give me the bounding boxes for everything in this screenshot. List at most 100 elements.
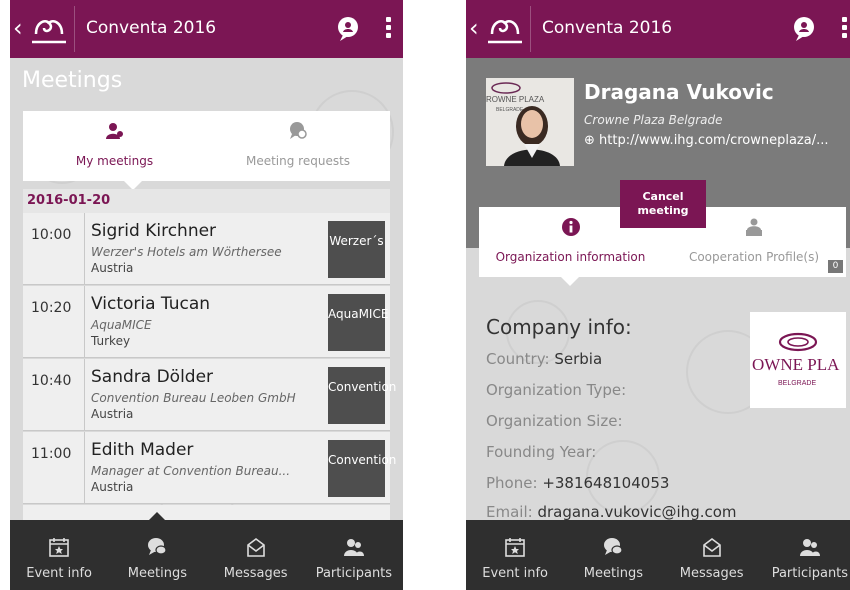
meeting-row[interactable]: 10:40 Sandra Dölder Convention Bureau Le… xyxy=(23,359,396,431)
phone-row[interactable]: Phone: +381648104053 xyxy=(486,474,669,492)
participant-name: Edith Mader xyxy=(91,440,194,460)
company-logo: OWNE PLA BELGRADE xyxy=(750,312,846,408)
nav-label: Event info xyxy=(482,566,548,581)
info-icon xyxy=(561,218,580,236)
country-value: Serbia xyxy=(554,350,603,368)
conventa-logo-icon xyxy=(488,20,522,44)
participant-organization: Werzer's Hotels am Wörthersee xyxy=(91,245,282,259)
profile-website[interactable]: ⊕ http://www.ihg.com/crowneplaza/... xyxy=(584,133,829,148)
app-title: Conventa 2016 xyxy=(86,18,217,38)
phone-value: +381648104053 xyxy=(542,474,670,492)
handshake-icon xyxy=(746,218,762,236)
nav-participants[interactable]: Participants xyxy=(305,520,403,590)
bottom-navigation: Event info Meetings Messages Participant… xyxy=(10,512,403,590)
row-divider xyxy=(84,286,85,357)
envelope-icon xyxy=(702,538,721,557)
organization-size-label: Organization Size: xyxy=(486,412,623,430)
nav-messages[interactable]: Messages xyxy=(663,520,761,590)
email-row[interactable]: Email: dragana.vukovic@ihg.com xyxy=(486,503,737,521)
meetings-screen: ‹ Conventa 2016 Meetings My meetings Mee… xyxy=(10,0,403,590)
nav-messages[interactable]: Messages xyxy=(207,520,305,590)
company-info-title: Company info: xyxy=(486,315,632,339)
country-row: Country: Serbia xyxy=(486,350,602,368)
organization-logo-badge: Werzer´s xyxy=(328,221,385,278)
website-url: http://www.ihg.com/crowneplaza/... xyxy=(599,133,829,148)
meeting-time: 11:00 xyxy=(31,446,72,462)
participant-country: Austria xyxy=(91,407,134,421)
participant-name: Sigrid Kirchner xyxy=(91,221,217,241)
participant-country: Austria xyxy=(91,480,134,494)
chat-help-icon[interactable] xyxy=(335,15,363,43)
active-nav-indicator xyxy=(149,512,165,520)
people-icon xyxy=(343,539,364,556)
cancel-meeting-button[interactable]: Cancel meeting xyxy=(620,180,706,228)
chat-bubbles-icon xyxy=(604,538,623,555)
conventa-logo-icon xyxy=(32,20,66,44)
calendar-star-icon xyxy=(49,538,69,557)
nav-label: Participants xyxy=(771,566,849,581)
participant-name: Victoria Tucan xyxy=(91,294,211,314)
logo-text: OWNE PLA xyxy=(752,355,840,374)
organization-logo-badge: Convention xyxy=(328,367,396,424)
person-pin-icon xyxy=(105,123,123,139)
envelope-icon xyxy=(246,538,265,557)
participant-country: Austria xyxy=(91,261,134,275)
tab-meeting-requests[interactable]: Meeting requests xyxy=(206,111,390,181)
nav-label: Participants xyxy=(315,566,393,581)
nav-label: Meetings xyxy=(583,566,643,581)
app-bar: ‹ Conventa 2016 xyxy=(10,0,403,58)
profile-photo: ROWNE PLAZA BELGRADE xyxy=(486,78,574,166)
email-value: dragana.vukovic@ihg.com xyxy=(537,503,737,521)
back-icon[interactable]: ‹ xyxy=(469,14,479,42)
profile-name: Dragana Vukovic xyxy=(584,80,774,104)
tab-label: Organization information xyxy=(495,250,646,264)
back-icon[interactable]: ‹ xyxy=(13,14,23,42)
tab-label: My meetings xyxy=(75,154,154,168)
nav-label: Messages xyxy=(679,566,744,581)
phone-label: Phone: xyxy=(486,474,538,492)
page-title: Meetings xyxy=(22,68,123,93)
meeting-row[interactable]: 10:00 Sigrid Kirchner Werzer's Hotels am… xyxy=(23,213,390,285)
bottom-navigation: Event info Meetings Messages Participant… xyxy=(466,520,850,590)
participant-organization: Manager at Convention Bureau... xyxy=(91,464,291,478)
active-tab-indicator xyxy=(561,277,579,286)
organization-logo-badge: AquaMICE xyxy=(328,294,388,351)
calendar-star-icon xyxy=(505,538,525,557)
meeting-row[interactable]: 11:00 Edith Mader Manager at Convention … xyxy=(23,432,396,504)
app-bar-separator xyxy=(74,6,75,52)
meeting-time: 10:20 xyxy=(31,300,72,316)
organization-type-label: Organization Type: xyxy=(486,381,627,399)
nav-event-info[interactable]: Event info xyxy=(10,520,108,590)
chat-search-icon xyxy=(290,122,307,139)
app-title: Conventa 2016 xyxy=(542,18,673,38)
chat-help-icon[interactable] xyxy=(791,15,819,43)
row-divider xyxy=(84,213,85,284)
organization-logo-badge: Convention xyxy=(328,440,396,497)
nav-label: Meetings xyxy=(127,566,187,581)
email-label: Email: xyxy=(486,503,533,521)
country-label: Country: xyxy=(486,350,550,368)
participant-name: Sandra Dölder xyxy=(91,367,214,387)
logo-subtext: BELGRADE xyxy=(778,380,816,387)
participant-organization: AquaMICE xyxy=(91,318,152,332)
nav-event-info[interactable]: Event info xyxy=(466,520,564,590)
more-menu-icon[interactable] xyxy=(383,14,393,44)
nav-participants[interactable]: Participants xyxy=(761,520,850,590)
person-photo-icon: ROWNE PLAZA BELGRADE xyxy=(486,78,574,166)
nav-meetings[interactable]: Meetings xyxy=(564,520,662,590)
participant-organization: Convention Bureau Leoben GmbH xyxy=(91,391,296,405)
photo-sign-text: ROWNE PLAZA xyxy=(486,95,545,104)
photo-sign-subtext: BELGRADE xyxy=(496,107,524,113)
app-bar: ‹ Conventa 2016 xyxy=(466,0,850,58)
crowne-plaza-logo-icon: OWNE PLA BELGRADE xyxy=(752,332,840,387)
row-divider xyxy=(84,359,85,430)
profile-company: Crowne Plaza Belgrade xyxy=(584,113,723,127)
date-header: 2016-01-20 xyxy=(23,189,390,213)
cooperation-count-badge: 0 xyxy=(828,260,843,273)
tab-label: Cooperation Profile(s) xyxy=(688,250,820,264)
meeting-row[interactable]: 10:20 Victoria Tucan AquaMICE Turkey Aqu… xyxy=(23,286,390,358)
tab-my-meetings[interactable]: My meetings xyxy=(23,111,206,181)
more-menu-icon[interactable] xyxy=(839,14,849,44)
app-bar-separator xyxy=(530,6,531,52)
nav-meetings[interactable]: Meetings xyxy=(108,520,206,590)
